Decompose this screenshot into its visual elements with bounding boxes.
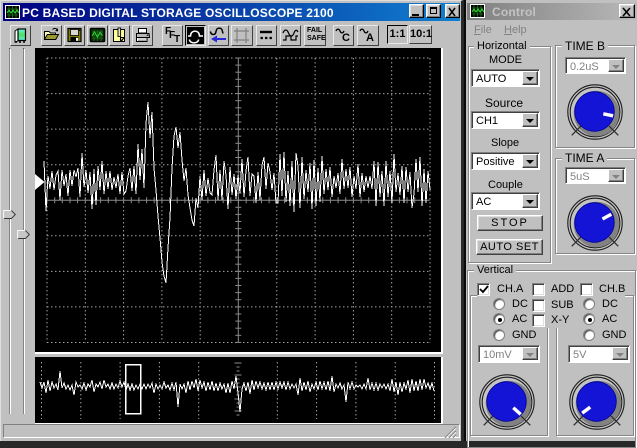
svg-text:C: C <box>342 32 350 44</box>
svg-text:A: A <box>366 32 374 44</box>
